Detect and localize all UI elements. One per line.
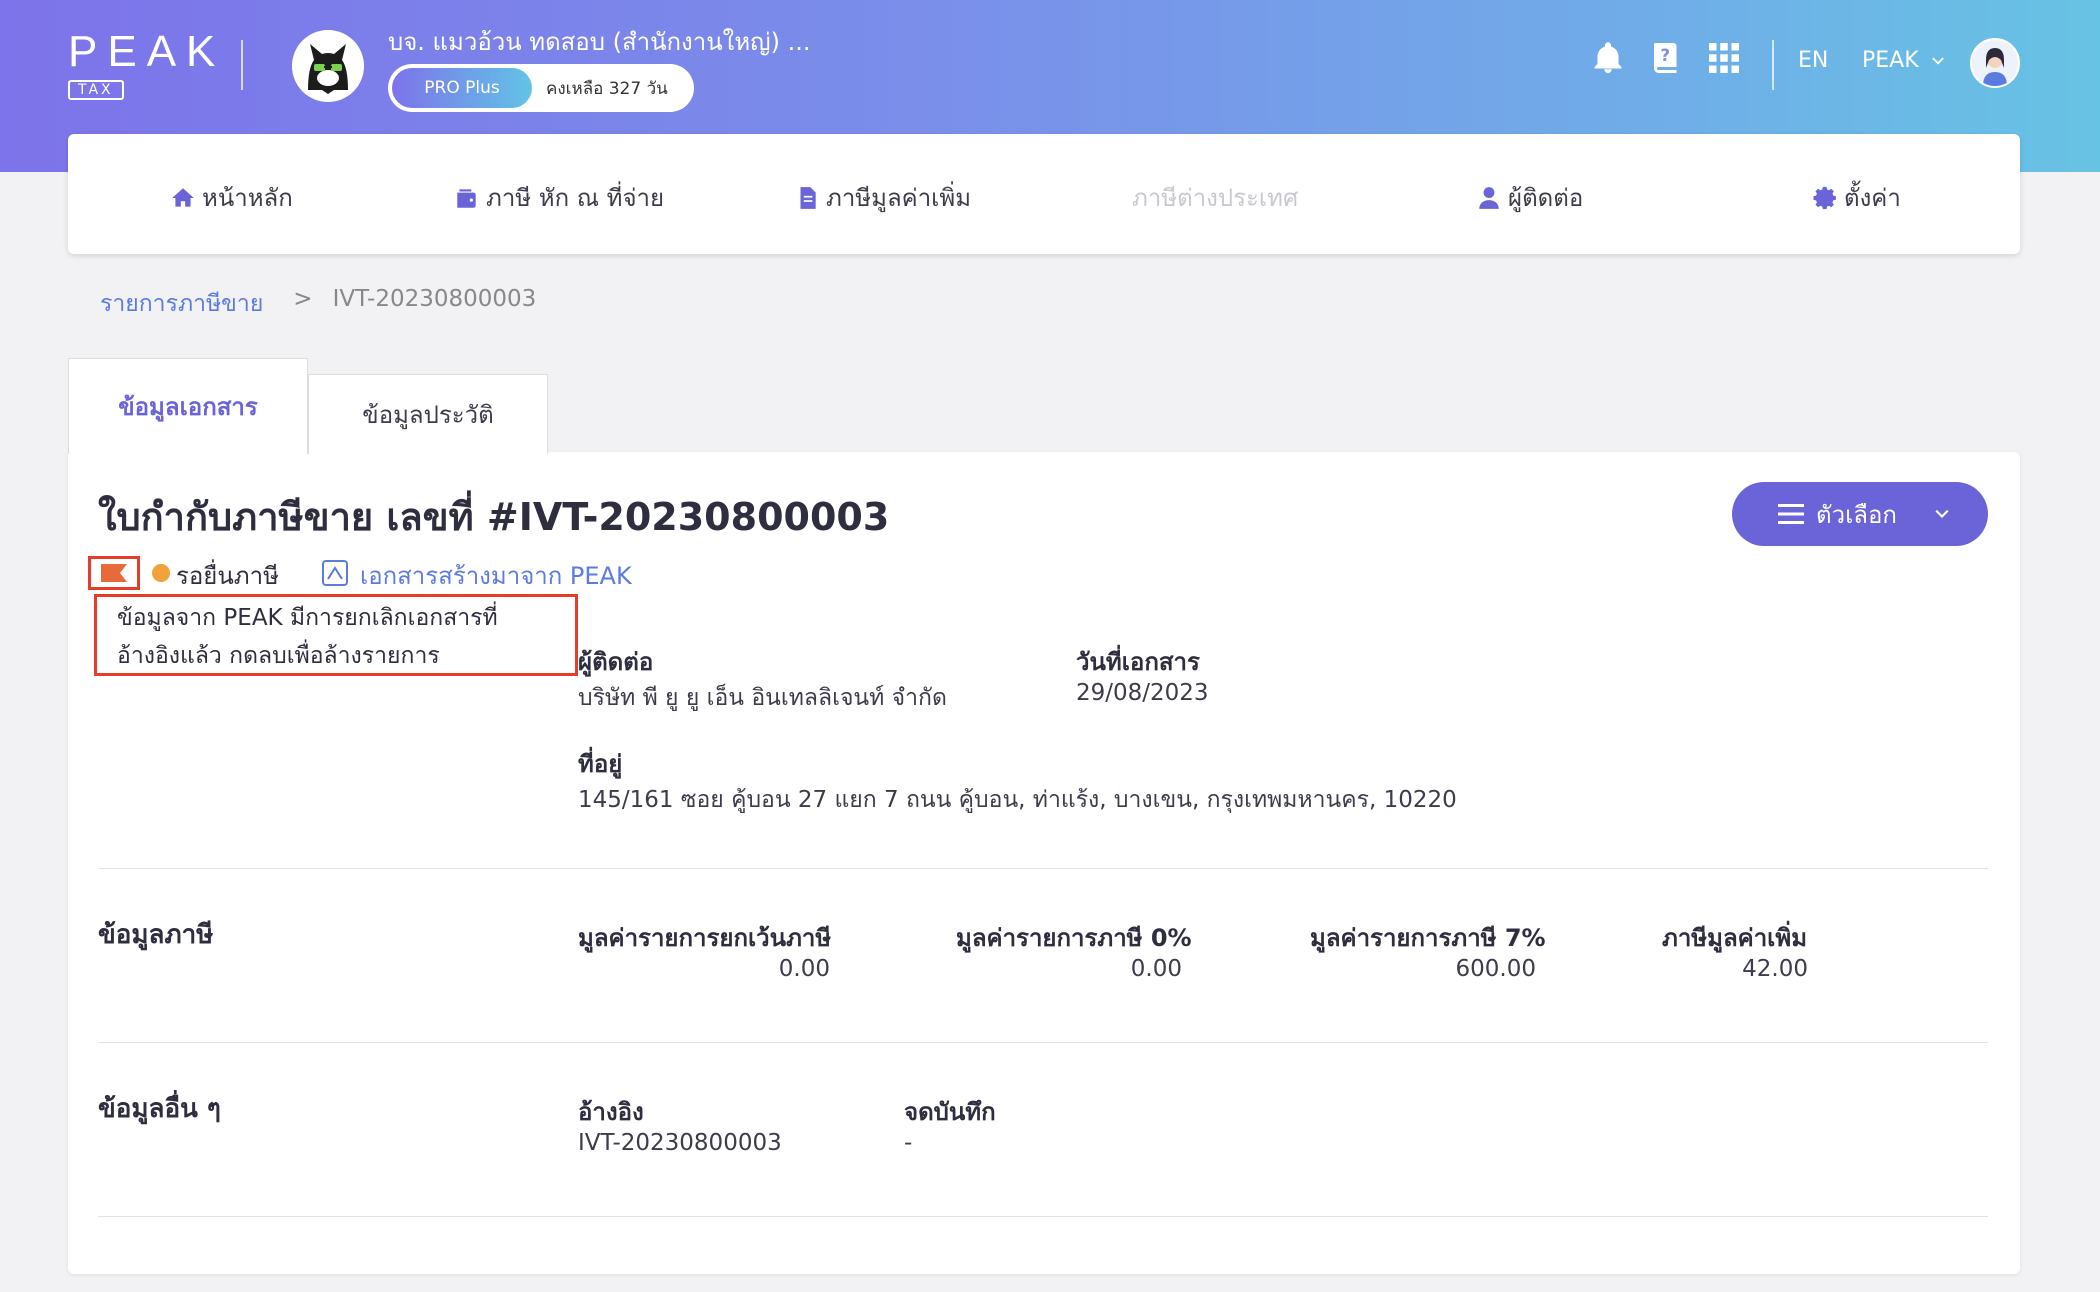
section-divider xyxy=(98,1216,1988,1217)
chevron-down-icon xyxy=(1931,56,1944,65)
tax-info-title: ข้อมูลภาษี xyxy=(98,920,214,950)
address-value: 145/161 ซอย คู้บอน 27 แยก 7 ถนน คู้บอน, … xyxy=(578,787,1457,813)
exempt-amount-label: มูลค่ารายการยกเว้นภาษี xyxy=(578,924,832,952)
page-title: ใบกำกับภาษีขาย เลขที่ #IVT-20230800003 xyxy=(98,495,890,539)
company-avatar[interactable] xyxy=(292,30,364,102)
nav-home[interactable]: หน้าหลัก xyxy=(170,178,293,217)
language-switch[interactable]: EN xyxy=(1798,48,1828,73)
plan-pill[interactable]: PRO Plus คงเหลือ 327 วัน xyxy=(388,64,694,112)
nav-withholding-tax[interactable]: ภาษี หัก ณ ที่จ่าย xyxy=(454,178,664,217)
zero-rate-label: มูลค่ารายการภาษี 0% xyxy=(956,924,1192,952)
zero-rate-value: 0.00 xyxy=(1130,956,1182,982)
svg-text:?: ? xyxy=(1660,46,1670,65)
other-info-title: ข้อมูลอื่น ๆ xyxy=(98,1094,221,1124)
nav-contacts-label: ผู้ติดต่อ xyxy=(1508,184,1584,212)
bell-icon[interactable] xyxy=(1590,40,1626,76)
nav-withholding-label: ภาษี หัก ณ ที่จ่าย xyxy=(486,184,665,212)
nav-settings-label: ตั้งค่า xyxy=(1844,184,1901,212)
nav-contacts[interactable]: ผู้ติดต่อ xyxy=(1476,178,1583,217)
peak-source-icon xyxy=(322,560,348,586)
nav-vat[interactable]: ภาษีมูลค่าเพิ่ม xyxy=(794,178,971,217)
main-nav: หน้าหลัก ภาษี หัก ณ ที่จ่าย ภาษีมูลค่าเพ… xyxy=(68,134,2020,254)
options-label: ตัวเลือก xyxy=(1816,500,1897,529)
user-menu[interactable]: PEAK xyxy=(1862,48,1947,73)
nav-foreign-tax: ภาษีต่างประเทศ xyxy=(1132,178,1298,217)
vat-amount-value: 42.00 xyxy=(1742,956,1808,982)
memo-label: จดบันทึก xyxy=(904,1098,996,1126)
user-avatar[interactable] xyxy=(1970,38,2020,88)
vat-amount-label: ภาษีมูลค่าเพิ่ม xyxy=(1662,924,1808,952)
plan-badge: PRO Plus xyxy=(392,68,532,108)
nav-home-label: หน้าหลัก xyxy=(202,184,293,212)
plan-remaining: คงเหลือ 327 วัน xyxy=(546,78,668,99)
tab-document-info[interactable]: ข้อมูลเอกสาร xyxy=(68,358,308,454)
source-link[interactable]: เอกสารสร้างมาจาก PEAK xyxy=(360,556,632,595)
user-icon xyxy=(1479,186,1499,209)
help-book-icon[interactable]: ? xyxy=(1648,40,1684,76)
document-icon xyxy=(800,186,816,209)
header-divider xyxy=(241,40,243,90)
document-date-label: วันที่เอกสาร xyxy=(1076,648,1200,676)
note-line-1: ข้อมูลจาก PEAK มีการยกเลิกเอกสารที่ xyxy=(117,605,498,631)
logo-subtext: TAX xyxy=(68,80,124,100)
gear-icon xyxy=(1813,186,1836,209)
breadcrumb: รายการภาษีขาย > IVT-20230800003 xyxy=(100,286,536,322)
seven-rate-value: 600.00 xyxy=(1455,956,1536,982)
exempt-amount-value: 0.00 xyxy=(778,956,830,982)
user-name: PEAK xyxy=(1862,48,1919,73)
options-button[interactable]: ตัวเลือก xyxy=(1732,482,1988,546)
note-line-2: อ้างอิงแล้ว กดลบเพื่อล้างรายการ xyxy=(117,643,440,669)
seven-rate-label: มูลค่ารายการภาษี 7% xyxy=(1310,924,1546,952)
menu-icon xyxy=(1778,504,1804,524)
cancellation-note: ข้อมูลจาก PEAK มีการยกเลิกเอกสารที่ อ้าง… xyxy=(94,594,578,676)
breadcrumb-parent[interactable]: รายการภาษีขาย xyxy=(100,286,263,322)
section-divider xyxy=(98,1042,1988,1043)
status-dot xyxy=(152,564,170,582)
breadcrumb-separator: > xyxy=(293,286,313,312)
peak-tax-logo[interactable]: PEAK TAX xyxy=(68,30,225,100)
address-label: ที่อยู่ xyxy=(578,750,623,778)
document-date-value: 29/08/2023 xyxy=(1076,680,1209,706)
home-icon xyxy=(172,187,194,207)
company-name[interactable]: บจ. แมวอ้วน ทดสอบ (สำนักงานใหญ่) ... xyxy=(388,22,810,61)
reference-value: IVT-20230800003 xyxy=(578,1130,782,1156)
logo-text: PEAK xyxy=(68,27,226,76)
contact-value: บริษัท พี ยู ยู เอ็น อินเทลลิเจนท์ จำกัด xyxy=(578,685,947,711)
nav-vat-label: ภาษีมูลค่าเพิ่ม xyxy=(826,184,972,212)
section-divider xyxy=(98,868,1988,869)
memo-value: - xyxy=(904,1130,913,1156)
contact-label: ผู้ติดต่อ xyxy=(578,648,654,676)
apps-grid-icon[interactable] xyxy=(1706,40,1742,76)
status-badge: รอยื่นภาษี xyxy=(176,562,279,590)
tab-history[interactable]: ข้อมูลประวัติ xyxy=(308,374,548,454)
breadcrumb-current: IVT-20230800003 xyxy=(332,286,537,312)
wallet-icon xyxy=(457,188,476,208)
reference-label: อ้างอิง xyxy=(578,1098,644,1126)
nav-settings[interactable]: ตั้งค่า xyxy=(1812,178,1901,217)
chevron-down-icon xyxy=(1935,509,1949,518)
header-divider-right xyxy=(1772,40,1774,90)
nav-foreign-tax-label: ภาษีต่างประเทศ xyxy=(1132,184,1299,212)
flag-icon[interactable] xyxy=(88,556,140,590)
